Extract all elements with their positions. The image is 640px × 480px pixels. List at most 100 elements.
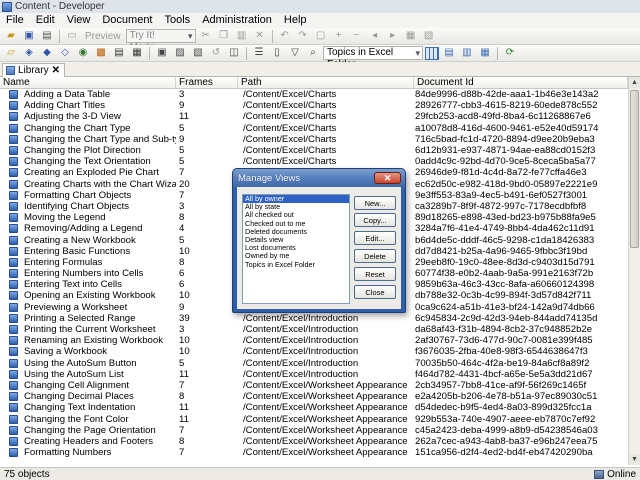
scroll-down-icon[interactable]: ▼ — [629, 454, 640, 465]
menu-document[interactable]: Document — [96, 13, 158, 28]
table-row[interactable]: Using the AutoSum Button 5/Content/Excel/… — [0, 358, 628, 369]
column-header-document-id[interactable]: Document Id — [414, 77, 628, 88]
new-module-icon[interactable]: ◈ — [21, 46, 37, 61]
new-role-icon[interactable]: ▦ — [129, 46, 145, 61]
table-row[interactable]: Adjusting the 3-D View 11/Content/Excel/C… — [0, 111, 628, 122]
row-name-text: Formatting Numbers — [24, 447, 112, 459]
preview-label[interactable]: Preview — [82, 31, 124, 42]
table-row[interactable]: Saving a Workbook 10/Content/Excel/Introd… — [0, 346, 628, 357]
right-icon[interactable]: ▸ — [385, 29, 401, 44]
table-row[interactable]: Changing the Plot Direction 5/Content/Exc… — [0, 145, 628, 156]
new-web-page-icon[interactable]: ◉ — [75, 46, 91, 61]
find-icon[interactable]: ⌕ — [305, 46, 321, 61]
preview-icon[interactable]: ▭ — [64, 29, 80, 44]
close-dialog-button[interactable]: Close — [354, 285, 396, 299]
row-path-cell: /Content/Excel/Worksheet Appearance — [243, 402, 408, 414]
new-topic-icon[interactable]: ◇ — [57, 46, 73, 61]
left-icon[interactable]: ◂ — [367, 29, 383, 44]
menu-help[interactable]: Help — [278, 13, 313, 28]
table-row[interactable]: Changing Text Indentation 11/Content/Exce… — [0, 402, 628, 413]
new-document-icon[interactable]: ▱ — [3, 46, 19, 61]
refresh-icon[interactable]: ⟳ — [502, 46, 518, 61]
grid-view-icon[interactable] — [425, 46, 439, 60]
save-icon[interactable]: ▣ — [21, 29, 37, 44]
table-row[interactable]: Printing the Current Worksheet 3/Content/… — [0, 324, 628, 335]
paste-icon[interactable]: ▥ — [234, 29, 250, 44]
undo-checkout-icon[interactable]: ↺ — [208, 46, 224, 61]
row-document-id-cell: ec62d50c-e982-418d-9bd0-05897e2221e9 — [415, 178, 598, 190]
column-header-name[interactable]: Name — [0, 77, 176, 88]
table-row[interactable]: Printing a Selected Range 39/Content/Exce… — [0, 313, 628, 324]
manage-views-icon[interactable]: ▦ — [477, 46, 493, 61]
redo-icon[interactable]: ↷ — [295, 29, 311, 44]
column-header-frames[interactable]: Frames — [176, 77, 238, 88]
table-row[interactable]: Changing the Page Orientation 7/Content/E… — [0, 425, 628, 436]
table-row[interactable]: Formatting Numbers 7/Content/Excel/Worksh… — [0, 447, 628, 458]
vertical-scrollbar[interactable]: ▲ ▼ — [628, 77, 640, 465]
undo-icon[interactable]: ↶ — [277, 29, 293, 44]
table-row[interactable]: Adding Chart Titles 9/Content/Excel/Chart… — [0, 100, 628, 111]
tab-close-icon[interactable]: ✕ — [52, 65, 60, 76]
row-name-text: Changing the Chart Type — [24, 122, 131, 134]
copy-view-button[interactable]: Copy... — [354, 213, 396, 227]
cut-icon[interactable]: ✂ — [198, 29, 214, 44]
properties-icon[interactable]: ▦ — [403, 29, 419, 44]
check-in-icon[interactable]: ▧ — [190, 46, 206, 61]
filter-icon[interactable]: ▽ — [287, 46, 303, 61]
history-icon[interactable]: ◫ — [226, 46, 242, 61]
table-row[interactable]: Using the AutoSum List 11/Content/Excel/I… — [0, 369, 628, 380]
outline-view-icon[interactable]: ▯ — [269, 46, 285, 61]
dialog-close-icon[interactable]: ✕ — [374, 172, 401, 184]
topic-icon — [9, 414, 18, 424]
scroll-up-icon[interactable]: ▲ — [629, 77, 640, 88]
copy-icon[interactable]: ❐ — [216, 29, 232, 44]
row-name-cell: Changing the Page Orientation — [0, 425, 176, 436]
menu-administration[interactable]: Administration — [196, 13, 278, 28]
table-row[interactable]: Changing the Chart Type and Sub-type 9/Co… — [0, 134, 628, 145]
new-glossary-icon[interactable]: ▤ — [111, 46, 127, 61]
mode-combo[interactable]: Try It! Mode — [125, 29, 196, 53]
reset-view-button[interactable]: Reset — [354, 267, 396, 281]
table-row[interactable]: Renaming an Existing Workbook 10/Content/… — [0, 335, 628, 346]
view-combo[interactable]: Topics in Excel Folder — [323, 46, 423, 70]
list-view-icon[interactable]: ▤ — [441, 46, 457, 61]
menu-view[interactable]: View — [61, 13, 97, 28]
new-section-icon[interactable]: ◆ — [39, 46, 55, 61]
concept-icon[interactable]: ▧ — [421, 29, 437, 44]
table-row[interactable]: Adding a Data Table 3/Content/Excel/Chart… — [0, 89, 628, 100]
menu-edit[interactable]: Edit — [30, 13, 61, 28]
menu-tools[interactable]: Tools — [159, 13, 197, 28]
print-icon[interactable]: ▤ — [39, 29, 55, 44]
tab-library[interactable]: Library ✕ — [2, 63, 65, 77]
views-list[interactable]: All by owner All by state All checked out C… — [242, 194, 350, 304]
dialog-title-bar[interactable]: Manage Views ✕ — [233, 169, 405, 187]
table-row[interactable]: Changing Cell Alignment 7/Content/Excel/W… — [0, 380, 628, 391]
table-row[interactable]: Changing the Chart Type 5/Content/Excel/C… — [0, 123, 628, 134]
table-row[interactable]: Changing the Font Color 11/Content/Excel/… — [0, 413, 628, 425]
tree-view-icon[interactable]: ▥ — [459, 46, 475, 61]
open-folder-icon[interactable]: ▰ — [3, 29, 19, 44]
table-row[interactable]: Changing the Text Orientation 5/Content/E… — [0, 156, 628, 167]
table-row[interactable]: Changing Decimal Places 8/Content/Excel/W… — [0, 391, 628, 402]
delete-view-button[interactable]: Delete — [354, 249, 396, 263]
menu-file[interactable]: File — [0, 13, 30, 28]
topic-icon — [9, 336, 18, 346]
new-package-icon[interactable]: ▩ — [93, 46, 109, 61]
check-out-icon[interactable]: ▨ — [172, 46, 188, 61]
column-header-path[interactable]: Path — [238, 77, 414, 88]
publish-icon[interactable]: ▣ — [154, 46, 170, 61]
remove-icon[interactable]: − — [349, 29, 365, 44]
delete-icon[interactable]: ✕ — [252, 29, 268, 44]
new-frame-icon[interactable]: ▢ — [313, 29, 329, 44]
edit-view-button[interactable]: Edit... — [354, 231, 396, 245]
row-document-id-cell: 6d12b931-e937-4871-94ae-ea88cd0152f3 — [415, 145, 596, 157]
add-icon[interactable]: + — [331, 29, 347, 44]
row-document-id-cell: 2cb34957-7bb8-41ce-af9f-56f269c1465f — [415, 379, 587, 391]
details-view-icon[interactable]: ☰ — [251, 46, 267, 61]
table-row[interactable]: Creating Headers and Footers 8/Content/Ex… — [0, 436, 628, 447]
scroll-thumb[interactable] — [630, 90, 639, 248]
view-list-item[interactable]: Topics in Excel Folder — [243, 260, 349, 269]
toolbar-separator — [246, 46, 247, 60]
row-path-cell: /Content/Excel/Introduction — [243, 335, 359, 347]
new-view-button[interactable]: New... — [354, 196, 396, 210]
